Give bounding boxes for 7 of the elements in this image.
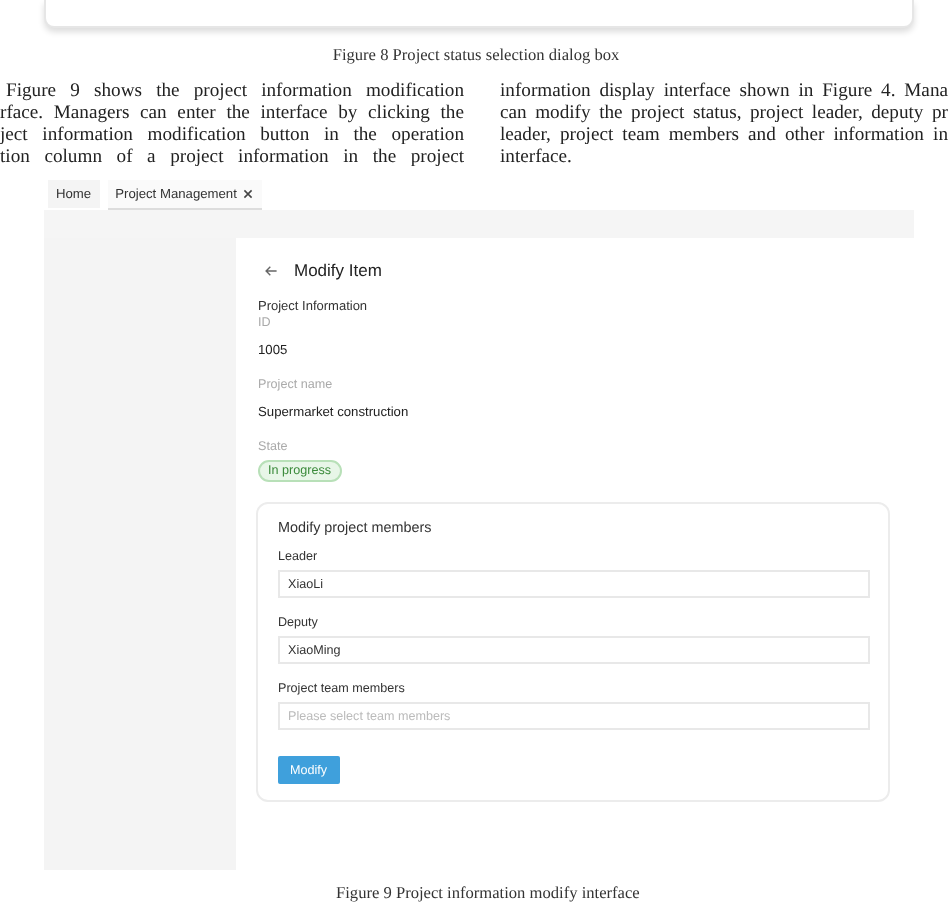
back-arrow-icon[interactable] xyxy=(264,263,278,277)
page-title: Modify Item xyxy=(294,260,382,280)
figure-caption: Figure 9 Project information modify interface xyxy=(336,884,642,902)
figure-caption: Figure 8 Project status selection dialog box xyxy=(330,46,622,68)
paragraph: Figure 9 shows the project information modification rface. Managers can enter the interface by clicking the ject information modification button in the operation tion column of a project information in the project xyxy=(0,80,464,172)
close-icon[interactable] xyxy=(242,188,255,200)
paragraph: information display interface shown in Figure 4. Mana can modify the project status, project leader, deputy pr leader, project team members and other information in interface. xyxy=(500,80,948,172)
